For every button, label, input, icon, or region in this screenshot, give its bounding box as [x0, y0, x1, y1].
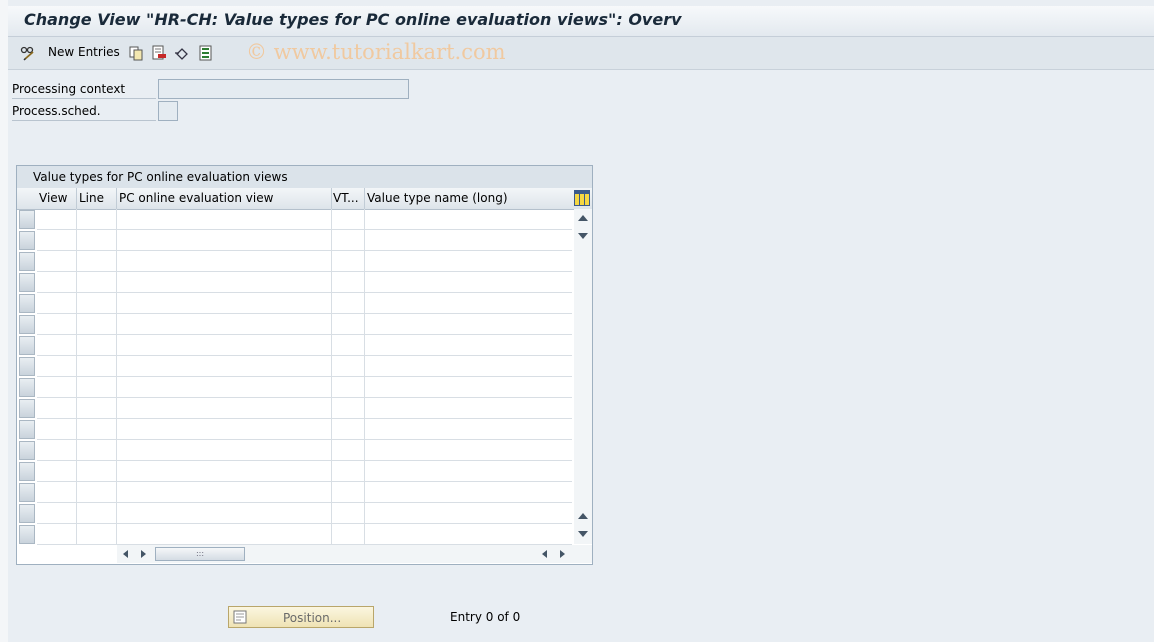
table-row[interactable] — [37, 356, 572, 377]
table-row[interactable] — [37, 209, 572, 230]
table-row[interactable] — [37, 440, 572, 461]
scroll-left-icon[interactable] — [123, 550, 128, 558]
table-row[interactable] — [37, 482, 572, 503]
entry-counter: Entry 0 of 0 — [450, 610, 521, 624]
column-separator — [116, 188, 117, 209]
page-title: Change View "HR-CH: Value types for PC o… — [24, 10, 682, 29]
column-header-value-type-name-long[interactable]: Value type name (long) — [367, 191, 508, 205]
position-icon — [233, 610, 247, 624]
row-selector[interactable] — [19, 399, 35, 418]
delete-icon[interactable] — [151, 45, 167, 61]
row-selector[interactable] — [19, 210, 35, 229]
table-row[interactable] — [37, 503, 572, 524]
row-selector[interactable] — [19, 336, 35, 355]
row-selector[interactable] — [19, 378, 35, 397]
table-row[interactable] — [37, 335, 572, 356]
row-selector[interactable] — [19, 357, 35, 376]
vertical-scrollbar[interactable] — [574, 209, 592, 544]
table-row[interactable] — [37, 230, 572, 251]
column-header-view[interactable]: View — [39, 191, 67, 205]
position-button[interactable]: Position... — [228, 606, 374, 628]
row-selector[interactable] — [19, 483, 35, 502]
copy-icon[interactable] — [128, 45, 144, 61]
table-title-bar: Value types for PC online evaluation vie… — [17, 166, 592, 189]
scroll-down-icon[interactable] — [578, 233, 588, 239]
application-toolbar: New Entries © www.tutorialkart.com — [8, 37, 1154, 70]
watermark-text: © www.tutorialkart.com — [246, 40, 506, 64]
scroll-up-icon[interactable] — [578, 215, 588, 221]
table-row[interactable] — [37, 524, 572, 545]
row-selector[interactable] — [19, 231, 35, 250]
title-bar: Change View "HR-CH: Value types for PC o… — [8, 6, 1154, 37]
row-selector[interactable] — [19, 273, 35, 292]
grid-column-line — [364, 209, 365, 544]
scroll-page-up-icon[interactable] — [578, 513, 588, 519]
scroll-page-down-icon[interactable] — [578, 531, 588, 537]
table-settings-icon[interactable] — [574, 190, 590, 206]
scroll-thumb[interactable]: ::: — [155, 547, 245, 561]
grid-column-line — [331, 209, 332, 544]
process-sched-label: Process.sched. — [12, 102, 156, 121]
column-separator — [76, 188, 77, 209]
table-control: Value types for PC online evaluation vie… — [16, 165, 593, 565]
row-selector[interactable] — [19, 420, 35, 439]
row-selector[interactable] — [19, 462, 35, 481]
row-selector[interactable] — [19, 315, 35, 334]
column-header-vt[interactable]: VT... — [333, 191, 359, 205]
row-selector[interactable] — [19, 294, 35, 313]
table-row[interactable] — [37, 272, 572, 293]
table-row[interactable] — [37, 293, 572, 314]
table-row[interactable] — [37, 398, 572, 419]
table-row[interactable] — [37, 251, 572, 272]
table-row[interactable] — [37, 377, 572, 398]
column-separator — [364, 188, 365, 209]
grid-column-line — [76, 209, 77, 544]
column-header-pc-online-evaluation-view[interactable]: PC online evaluation view — [119, 191, 273, 205]
process-sched-input[interactable] — [158, 101, 178, 121]
table-row[interactable] — [37, 314, 572, 335]
row-selector[interactable] — [19, 441, 35, 460]
table-title: Value types for PC online evaluation vie… — [33, 170, 288, 184]
table-header: View Line PC online evaluation view VT..… — [17, 188, 592, 210]
table-row[interactable] — [37, 419, 572, 440]
row-selector[interactable] — [19, 525, 35, 544]
pencil-glasses-icon[interactable] — [20, 45, 36, 61]
column-header-line[interactable]: Line — [79, 191, 104, 205]
position-button-label: Position... — [283, 611, 342, 625]
processing-context-label: Processing context — [12, 80, 156, 99]
undo-icon[interactable] — [174, 45, 190, 61]
new-entries-button[interactable]: New Entries — [48, 45, 120, 59]
horizontal-scrollbar[interactable]: ::: — [117, 545, 592, 563]
grid-column-line — [116, 209, 117, 544]
row-selector[interactable] — [19, 504, 35, 523]
scroll-right-icon[interactable] — [141, 550, 146, 558]
processing-context-input[interactable] — [158, 79, 409, 99]
select-all-icon[interactable] — [198, 45, 214, 61]
scroll-left-icon[interactable] — [542, 550, 547, 558]
row-selector[interactable] — [19, 252, 35, 271]
window-left-edge — [0, 0, 8, 642]
table-row[interactable] — [37, 461, 572, 482]
scroll-right-icon[interactable] — [560, 550, 565, 558]
column-separator — [331, 188, 332, 209]
